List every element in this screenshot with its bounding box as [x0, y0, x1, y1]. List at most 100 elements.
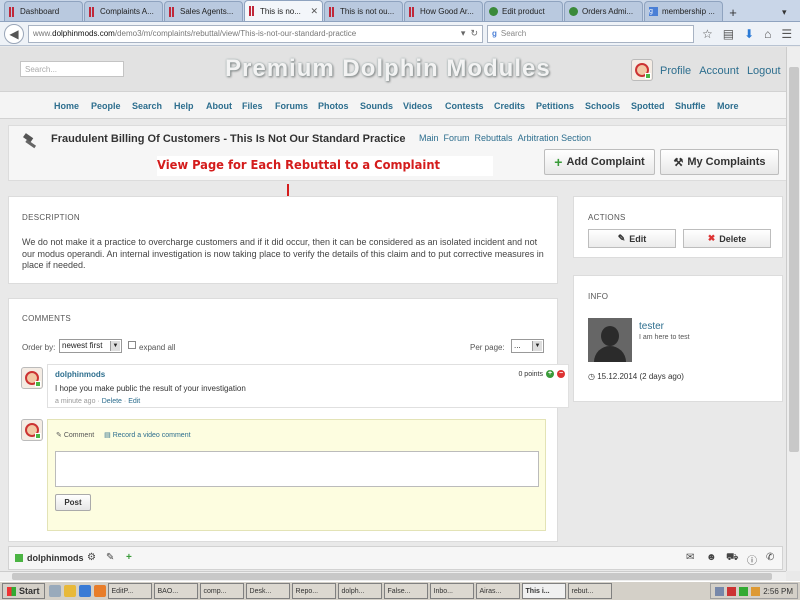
mail-icon[interactable]: ✉ — [686, 552, 694, 563]
download-icon[interactable]: ⬇ — [744, 27, 754, 41]
firefox-icon[interactable] — [93, 585, 106, 597]
vertical-scrollbar[interactable] — [786, 47, 800, 571]
menu-item-people[interactable]: People — [91, 101, 121, 111]
menu-item-shuffle[interactable]: Shuffle — [675, 101, 706, 111]
browser-tab[interactable]: Dashboard — [4, 1, 83, 21]
breadcrumb-rebuttals[interactable]: Rebuttals — [475, 133, 513, 143]
avatar[interactable] — [21, 367, 43, 389]
comment-edit-link[interactable]: Edit — [128, 398, 140, 405]
menu-item-home[interactable]: Home — [54, 101, 79, 111]
tab-list-icon[interactable]: ▾ — [782, 3, 796, 21]
tray-icon[interactable] — [727, 586, 737, 596]
gear-icon[interactable]: ⚙ — [87, 552, 96, 563]
logout-link[interactable]: Logout — [747, 65, 781, 77]
comment-author[interactable]: dolphinmods — [55, 370, 105, 379]
cart-icon[interactable]: ⛟ — [726, 552, 739, 565]
edit-button[interactable]: ✎ Edit — [588, 229, 676, 248]
user-avatar[interactable] — [631, 59, 653, 81]
member-name[interactable]: dolphinmods — [27, 553, 84, 563]
site-title[interactable]: Premium Dolphin Modules — [225, 55, 551, 83]
account-link[interactable]: Account — [699, 65, 739, 77]
info-icon[interactable]: ⓘ — [747, 552, 757, 567]
menu-item-sounds[interactable]: Sounds — [360, 101, 393, 111]
profile-link[interactable]: Profile — [660, 65, 691, 77]
browser-tab[interactable]: Sales Agents... — [164, 1, 243, 21]
horizontal-scrollbar[interactable] — [0, 571, 786, 581]
my-complaints-button[interactable]: ⚒ My Complaints — [660, 149, 779, 175]
taskbar-button[interactable]: EditP... — [107, 583, 152, 599]
menu-item-spotted[interactable]: Spotted — [631, 101, 665, 111]
menu-item-forums[interactable]: Forums — [275, 101, 308, 111]
taskbar-button[interactable]: Airas... — [475, 583, 520, 599]
menu-item-videos[interactable]: Videos — [403, 101, 432, 111]
tab-record-video[interactable]: ▤ Record a video comment — [104, 431, 190, 439]
browser-tab[interactable]: Complaints A... — [84, 1, 163, 21]
menu-item-schools[interactable]: Schools — [585, 101, 620, 111]
site-search-input[interactable]: Search... — [20, 61, 124, 77]
menu-item-about[interactable]: About — [206, 101, 232, 111]
expand-all-checkbox[interactable] — [128, 341, 136, 349]
taskbar-button[interactable]: Repo... — [291, 583, 336, 599]
tab-comment[interactable]: ✎ Comment — [56, 431, 94, 439]
tray-icon[interactable] — [739, 586, 749, 596]
delete-button[interactable]: ✖ Delete — [683, 229, 771, 248]
chrome-icon[interactable] — [63, 585, 76, 597]
desktop-icon[interactable] — [48, 585, 61, 597]
home-icon[interactable]: ⌂ — [764, 27, 771, 41]
taskbar-button[interactable]: False... — [383, 583, 428, 599]
tray-icon[interactable] — [751, 586, 761, 596]
browser-tab[interactable]: g membership ... — [644, 1, 723, 21]
edit-icon[interactable]: ✎ — [106, 552, 114, 563]
tray-icon[interactable] — [715, 586, 725, 596]
taskbar-button[interactable]: Inbo... — [429, 583, 474, 599]
menu-icon[interactable]: ☰ — [781, 27, 792, 41]
menu-item-petitions[interactable]: Petitions — [536, 101, 574, 111]
chevron-down-icon: ▼ — [532, 341, 542, 351]
new-tab-icon[interactable]: + — [724, 3, 742, 21]
comment-textarea[interactable] — [55, 451, 539, 487]
bookmark-star-icon[interactable]: ☆ — [702, 27, 713, 41]
menu-item-help[interactable]: Help — [174, 101, 194, 111]
plus-icon[interactable]: + — [126, 552, 132, 563]
browser-search-input[interactable]: g Search — [487, 24, 694, 43]
menu-item-credits[interactable]: Credits — [494, 101, 525, 111]
user-icon[interactable]: ☻ — [706, 552, 717, 563]
ie-icon[interactable] — [78, 585, 91, 597]
browser-tab-active[interactable]: This is no... ✕ — [244, 0, 323, 21]
back-icon[interactable]: ◀ — [4, 23, 24, 44]
avatar[interactable] — [588, 318, 632, 362]
taskbar-button-active[interactable]: This i... — [521, 583, 566, 599]
menu-item-photos[interactable]: Photos — [318, 101, 349, 111]
vote-down-icon[interactable]: − — [557, 370, 565, 378]
order-by-select[interactable]: newest first ▼ — [59, 339, 122, 353]
taskbar-button[interactable]: dolph... — [337, 583, 382, 599]
add-complaint-button[interactable]: + Add Complaint — [544, 149, 655, 175]
browser-tab[interactable]: Edit product — [484, 1, 563, 21]
menu-item-contests[interactable]: Contests — [445, 101, 484, 111]
browser-tab[interactable]: This is not ou... — [324, 1, 403, 21]
reload-icon[interactable]: ↻ — [470, 28, 478, 39]
wrench-icon[interactable]: ✆ — [766, 552, 774, 563]
start-button[interactable]: Start — [2, 583, 45, 599]
per-page-select[interactable]: ... ▼ — [511, 339, 544, 353]
info-username[interactable]: tester — [639, 321, 664, 332]
menu-item-files[interactable]: Files — [242, 101, 263, 111]
url-bar[interactable]: www. dolphinmods.com/demo3/m/complaints/r… — [28, 24, 483, 43]
breadcrumb-arbitration[interactable]: Arbitration Section — [518, 133, 592, 143]
browser-tab[interactable]: Orders Admi... — [564, 1, 643, 21]
close-icon[interactable]: ✕ — [310, 6, 318, 17]
breadcrumb-main[interactable]: Main — [419, 133, 439, 143]
taskbar-button[interactable]: rebut... — [567, 583, 612, 599]
post-button[interactable]: Post — [55, 494, 91, 511]
taskbar-button[interactable]: comp... — [199, 583, 244, 599]
menu-item-more[interactable]: More — [717, 101, 739, 111]
vote-up-icon[interactable]: + — [546, 370, 554, 378]
taskbar-button[interactable]: Desk... — [245, 583, 290, 599]
taskbar-button[interactable]: BAO... — [153, 583, 198, 599]
reading-list-icon[interactable]: ▤ — [723, 27, 734, 41]
comment-delete-link[interactable]: Delete — [102, 398, 122, 405]
browser-tab[interactable]: How Good Ar... — [404, 1, 483, 21]
dropdown-icon[interactable]: ▾ — [461, 28, 466, 39]
menu-item-search[interactable]: Search — [132, 101, 162, 111]
breadcrumb-forum[interactable]: Forum — [444, 133, 470, 143]
